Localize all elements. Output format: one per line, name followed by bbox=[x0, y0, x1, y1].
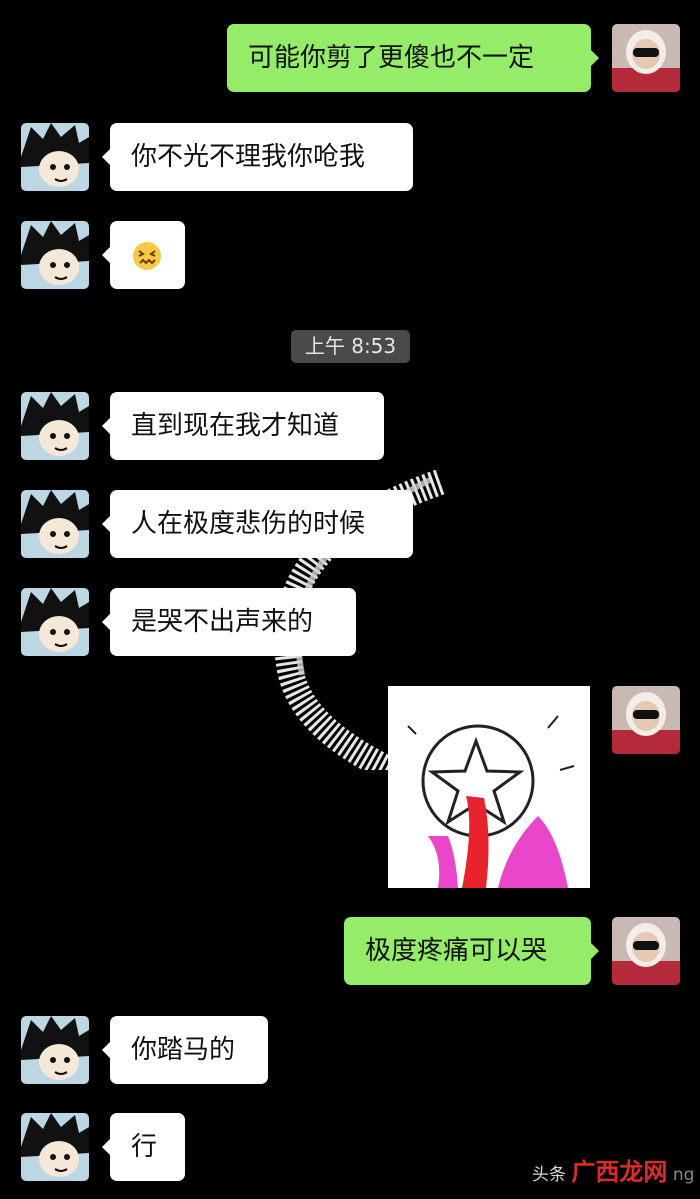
contact-avatar[interactable] bbox=[21, 490, 89, 558]
cartoon-boy-avatar-icon bbox=[21, 588, 89, 656]
confounded-face-emoji-icon bbox=[133, 242, 161, 270]
contact-avatar[interactable] bbox=[21, 392, 89, 460]
star-nosebleed-sticker bbox=[388, 686, 590, 888]
watermark-tail: ng bbox=[672, 1165, 695, 1185]
self-avatar[interactable] bbox=[612, 917, 680, 985]
message-bubble-incoming[interactable]: 人在极度悲伤的时候 bbox=[102, 490, 413, 558]
contact-avatar[interactable] bbox=[21, 123, 89, 191]
message-bubble-incoming[interactable] bbox=[102, 221, 185, 289]
message-text: 直到现在我才知道 bbox=[131, 411, 340, 441]
message-text: 极度疼痛可以哭 bbox=[365, 936, 548, 966]
watermark-site: 广西龙网 bbox=[571, 1158, 668, 1186]
message-bubble-incoming[interactable]: 你踏马的 bbox=[102, 1016, 268, 1084]
cartoon-boy-avatar-icon bbox=[21, 490, 89, 558]
cartoon-boy-avatar-icon bbox=[21, 1113, 89, 1181]
message-text: 行 bbox=[131, 1132, 158, 1162]
self-avatar[interactable] bbox=[612, 24, 680, 92]
cartoon-boy-avatar-icon bbox=[21, 123, 89, 191]
message-bubble-outgoing[interactable]: 极度疼痛可以哭 bbox=[344, 917, 599, 985]
contact-avatar[interactable] bbox=[21, 1113, 89, 1181]
message-bubble-outgoing[interactable]: 可能你剪了更傻也不一定 bbox=[227, 24, 599, 92]
girl-photo-avatar-icon bbox=[612, 917, 680, 985]
message-text: 人在极度悲伤的时候 bbox=[131, 509, 366, 539]
message-bubble-incoming[interactable]: 你不光不理我你呛我 bbox=[102, 123, 413, 191]
girl-photo-avatar-icon bbox=[612, 686, 680, 754]
message-bubble-incoming[interactable]: 直到现在我才知道 bbox=[102, 392, 384, 460]
contact-avatar[interactable] bbox=[21, 588, 89, 656]
message-bubble-incoming[interactable]: 是哭不出声来的 bbox=[102, 588, 356, 656]
self-avatar[interactable] bbox=[612, 686, 680, 754]
message-text: 你不光不理我你呛我 bbox=[131, 142, 366, 172]
timestamp-label: 上午 8:53 bbox=[291, 330, 410, 363]
contact-avatar[interactable] bbox=[21, 1016, 89, 1084]
message-text: 是哭不出声来的 bbox=[131, 607, 314, 637]
message-bubble-incoming[interactable]: 行 bbox=[102, 1113, 185, 1181]
cartoon-boy-avatar-icon bbox=[21, 221, 89, 289]
watermark-prefix: 头条 bbox=[532, 1165, 566, 1185]
watermark: 头条 广西龙网 ng bbox=[532, 1150, 700, 1194]
message-text: 你踏马的 bbox=[131, 1035, 236, 1065]
girl-photo-avatar-icon bbox=[612, 24, 680, 92]
sticker-image[interactable] bbox=[388, 686, 590, 888]
cartoon-boy-avatar-icon bbox=[21, 1016, 89, 1084]
contact-avatar[interactable] bbox=[21, 221, 89, 289]
cartoon-boy-avatar-icon bbox=[21, 392, 89, 460]
message-text: 可能你剪了更傻也不一定 bbox=[248, 43, 535, 73]
